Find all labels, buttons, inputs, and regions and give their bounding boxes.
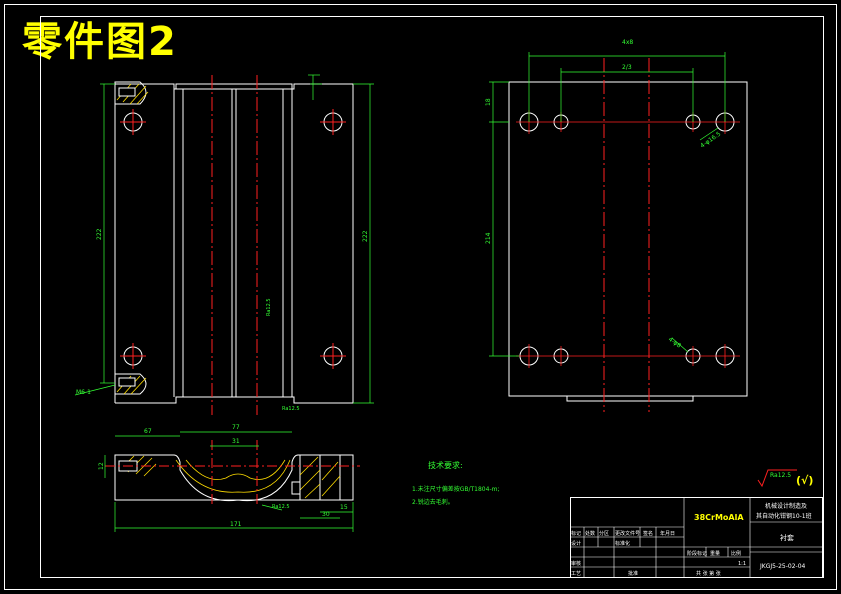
tb-scale: 1:1: [738, 561, 746, 567]
engineering-drawing: 222 222 M6-1 Ra12.5 Ra12.5 4x8 2/3 214 1…: [4, 4, 837, 590]
roughness-value: Ra12.5: [770, 472, 791, 479]
tb-h0: 标记: [571, 530, 581, 537]
dim-bottom-171: 171: [230, 521, 242, 528]
dim-hole-2: 4-φ8: [667, 336, 682, 350]
inner-border: [40, 16, 824, 578]
dim-bottom-31: 31: [232, 438, 240, 445]
tb-h4: 签名: [643, 530, 653, 537]
tb-material: 38CrMoAlA: [694, 513, 744, 522]
tb-h5: 年月日: [660, 530, 675, 537]
dim-bottom-77: 77: [232, 424, 240, 431]
tech-title: 技术要求:: [428, 460, 463, 470]
tb-project-2: 其自动化钳钢10-1班: [756, 512, 812, 520]
title-block: 标记 处数 分区 更改文件号 签名 年月日 设计 标准化 审核 工艺 批准 阶段…: [570, 497, 823, 578]
tb-review: 审核: [571, 560, 581, 567]
tech-requirements: 技术要求: 1.未注尺寸偏差按GB/T1804-m; 2.锐边去毛刺。: [412, 460, 499, 506]
tb-sheets: 共 张 第 张: [696, 570, 721, 577]
dim-m6: M6-1: [76, 389, 91, 396]
tb-approve: 批准: [628, 570, 638, 577]
dim-ra-bottom: Ra12.5: [272, 504, 290, 510]
dim-front-height-right: 222: [362, 230, 369, 242]
tb-h3: 更改文件号: [615, 530, 640, 537]
tech-item-2: 2.锐边去毛刺。: [412, 498, 454, 506]
dim-side-height: 214: [485, 232, 492, 244]
dim-ra-front-2: Ra12.5: [266, 298, 272, 316]
dim-top-inner: 2/3: [622, 64, 632, 71]
tb-process: 工艺: [571, 571, 581, 577]
dim-front-height: 222: [96, 228, 103, 240]
tb-scale-label: 比例: [731, 550, 741, 557]
dim-bottom-30: 30: [322, 511, 330, 518]
tb-h1: 处数: [585, 530, 595, 537]
tb-stage: 阶段标记: [687, 550, 707, 557]
tb-weight: 重量: [710, 550, 720, 557]
dim-side-offset: 18: [485, 98, 492, 106]
tech-item-1: 1.未注尺寸偏差按GB/T1804-m;: [412, 485, 499, 493]
tb-part-name: 衬套: [780, 533, 794, 542]
dim-hole: 4-φ16.5: [699, 130, 722, 149]
dim-ra-front: Ra12.5: [282, 406, 300, 412]
side-view: 4x8 2/3 214 18 4-φ16.5 4-φ8: [485, 39, 748, 412]
section-view: 67 77 31 171 15 30 12 Ra12.5: [98, 424, 360, 532]
dim-bottom-15: 15: [340, 504, 348, 511]
dim-top-total: 4x8: [622, 39, 633, 46]
roughness-bracket: (√): [796, 474, 813, 487]
dim-bottom-67: 67: [144, 428, 152, 435]
dim-bottom-12: 12: [98, 462, 105, 470]
tb-standard: 标准化: [615, 540, 630, 547]
tb-h2: 分区: [599, 530, 609, 537]
tb-drawing-no: JKGJ5-25-02-04: [759, 563, 806, 570]
front-view: 222 222 M6-1 Ra12.5 Ra12.5: [74, 74, 374, 415]
tb-design: 设计: [571, 540, 581, 547]
roughness-symbol: Ra12.5 (√): [757, 469, 813, 488]
tb-project-1: 机械设计制造及: [765, 502, 807, 510]
